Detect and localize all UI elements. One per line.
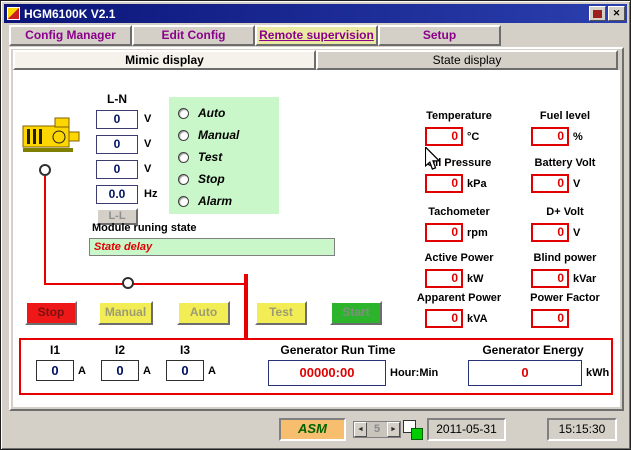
wire-segment-vertical xyxy=(44,176,46,284)
readout-d-plus-volt: D+ Volt 0V xyxy=(510,206,620,242)
mimic-display-page: L-N 0 V 0 V 0 V 0.0 Hz L-L Auto Manual T… xyxy=(13,70,620,407)
subtab-mimic-display[interactable]: Mimic display xyxy=(13,50,316,70)
readout-temperature: Temperature 0 °C xyxy=(404,110,514,146)
asm-indicator: ASM xyxy=(279,418,346,441)
title-bar: HGM6100K V2.1 ✕ xyxy=(4,4,627,23)
window-title: HGM6100K V2.1 xyxy=(24,6,116,21)
module-state-field: State delay xyxy=(89,238,335,256)
manual-button[interactable]: Manual xyxy=(98,301,153,325)
spinner-right-icon[interactable]: ► xyxy=(387,422,400,437)
phase-current-i3: I3 0A xyxy=(166,343,216,381)
voltage-l3-box: 0 xyxy=(96,160,138,179)
auto-button[interactable]: Auto xyxy=(177,301,230,325)
readout-value: 0 xyxy=(425,223,463,242)
phase-current-i1: I1 0A xyxy=(36,343,86,381)
readout-tachometer: Tachometer 0 rpm xyxy=(404,206,514,242)
radio-icon xyxy=(178,129,189,141)
radio-icon xyxy=(178,151,189,163)
voltage-header: L-N xyxy=(107,92,127,106)
tab-config-manager[interactable]: Config Manager xyxy=(9,25,132,46)
readout-active-power: Active Power 0 kW xyxy=(404,252,514,288)
voltage-l3-unit: V xyxy=(144,163,152,175)
generator-energy: Generator Energy 0 kWh xyxy=(468,343,609,386)
spinner-left-icon[interactable]: ◄ xyxy=(354,422,367,437)
minimize-icon xyxy=(593,9,602,18)
close-icon: ✕ xyxy=(612,8,621,18)
radio-icon xyxy=(178,173,189,185)
readout-oil-pressure: Oil Pressure 0 kPa xyxy=(404,157,514,193)
generator-run-time: Generator Run Time 00000:00 Hour:Min xyxy=(268,343,438,386)
readout-battery-volt: Battery Volt 0V xyxy=(510,157,620,193)
spinner-value: 5 xyxy=(367,422,387,437)
radio-icon xyxy=(178,107,189,119)
module-state-label: Module runing state xyxy=(92,222,197,234)
run-state-stop[interactable]: Stop xyxy=(178,168,279,190)
stop-button[interactable]: Stop xyxy=(25,301,77,325)
readout-apparent-power: Apparent Power 0 kVA xyxy=(404,292,514,328)
comm-status-icon xyxy=(403,419,425,441)
tab-remote-supervision[interactable]: Remote supervision xyxy=(255,25,378,46)
run-time-value: 00000:00 xyxy=(268,360,386,386)
phase-current-i2: I2 0A xyxy=(101,343,151,381)
breaker-node xyxy=(122,277,134,289)
main-panel: Mimic display State display L-N 0 V 0 V … xyxy=(9,47,624,411)
readout-value: 0 xyxy=(425,269,463,288)
frequency-unit: Hz xyxy=(144,188,158,200)
close-button[interactable]: ✕ xyxy=(608,6,625,21)
app-window: HGM6100K V2.1 ✕ Config Manager Edit Conf… xyxy=(0,0,631,450)
status-bar: ASM ◄ 5 ► 2011-05-31 15:15:30 xyxy=(4,413,629,448)
tab-edit-config[interactable]: Edit Config xyxy=(132,25,255,46)
readout-value: 0 xyxy=(531,127,569,146)
current-energy-panel: I1 0A I2 0A I3 0A Generator Run Time 000… xyxy=(19,338,613,395)
run-state-panel: Auto Manual Test Stop Alarm xyxy=(169,97,279,214)
tab-setup[interactable]: Setup xyxy=(378,25,501,46)
energy-value: 0 xyxy=(468,360,582,386)
current-value: 0 xyxy=(166,360,204,381)
voltage-l2-unit: V xyxy=(144,138,152,150)
wire-node xyxy=(39,164,51,176)
run-state-auto[interactable]: Auto xyxy=(178,102,279,124)
subtab-state-display[interactable]: State display xyxy=(316,50,618,70)
generator-icon xyxy=(22,117,80,152)
wire-segment-horizontal xyxy=(44,283,246,285)
frequency-box: 0.0 xyxy=(96,185,138,204)
voltage-l1-box: 0 xyxy=(96,110,138,129)
time-display: 15:15:30 xyxy=(547,418,617,441)
wire-segment-trunk xyxy=(244,274,248,340)
cursor-icon xyxy=(425,147,441,170)
app-icon xyxy=(7,7,20,20)
run-state-test[interactable]: Test xyxy=(178,146,279,168)
run-state-alarm[interactable]: Alarm xyxy=(178,190,279,212)
readout-value: 0 xyxy=(531,174,569,193)
start-button[interactable]: Start xyxy=(330,301,382,325)
test-button[interactable]: Test xyxy=(255,301,307,325)
radio-icon xyxy=(178,195,189,207)
readout-value: 0 xyxy=(531,269,569,288)
address-spinner[interactable]: ◄ 5 ► xyxy=(353,421,401,438)
voltage-l2-box: 0 xyxy=(96,135,138,154)
readout-value: 0 xyxy=(425,174,463,193)
readout-fuel-level: Fuel level 0% xyxy=(510,110,620,146)
readout-value: 0 xyxy=(425,309,463,328)
readout-value: 0 xyxy=(531,223,569,242)
readout-power-factor: Power Factor 0 xyxy=(510,292,620,328)
run-state-manual[interactable]: Manual xyxy=(178,124,279,146)
current-value: 0 xyxy=(101,360,139,381)
current-value: 0 xyxy=(36,360,74,381)
readout-blind-power: Blind power 0 kVar xyxy=(510,252,620,288)
minimize-button[interactable] xyxy=(589,6,606,21)
date-display: 2011-05-31 xyxy=(427,418,506,441)
voltage-l1-unit: V xyxy=(144,113,152,125)
readout-value: 0 xyxy=(425,127,463,146)
readout-value: 0 xyxy=(531,309,569,328)
